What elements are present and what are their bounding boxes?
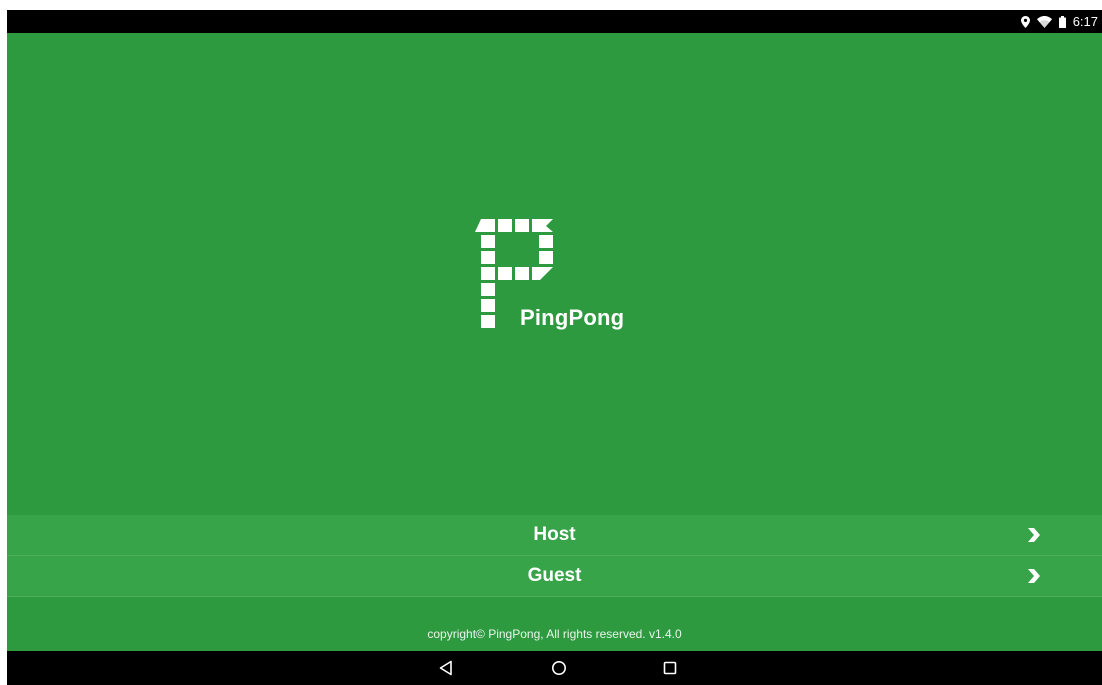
- wifi-icon: [1036, 15, 1052, 28]
- role-menu: Host Guest: [7, 515, 1102, 597]
- back-button[interactable]: [435, 658, 457, 678]
- recents-icon: [663, 661, 677, 675]
- home-icon: [552, 661, 566, 675]
- back-icon: [439, 660, 452, 676]
- chevron-right-icon: [1028, 528, 1040, 542]
- status-time: 6:17: [1072, 14, 1098, 29]
- home-button[interactable]: [548, 658, 570, 678]
- guest-button[interactable]: Guest: [7, 556, 1102, 597]
- brand-name: PingPong: [520, 305, 625, 330]
- app-content: PingPong Host Guest copyright© PingPong,…: [7, 33, 1102, 651]
- host-button[interactable]: Host: [7, 515, 1102, 556]
- recents-button[interactable]: [659, 658, 681, 678]
- location-icon: [1020, 15, 1030, 28]
- chevron-right-icon: [1028, 569, 1040, 583]
- device-screen: 6:17 PingPong Host Guest copyright© Ping…: [7, 10, 1102, 685]
- pingpong-logo: PingPong: [473, 215, 653, 335]
- guest-label: Guest: [527, 565, 582, 586]
- navigation-bar: [7, 651, 1102, 685]
- host-label: Host: [533, 524, 576, 545]
- status-bar: 6:17: [7, 10, 1102, 33]
- copyright-text: copyright© PingPong, All rights reserved…: [427, 627, 682, 641]
- status-icons: 6:17: [1020, 13, 1098, 30]
- battery-icon: [1058, 15, 1066, 28]
